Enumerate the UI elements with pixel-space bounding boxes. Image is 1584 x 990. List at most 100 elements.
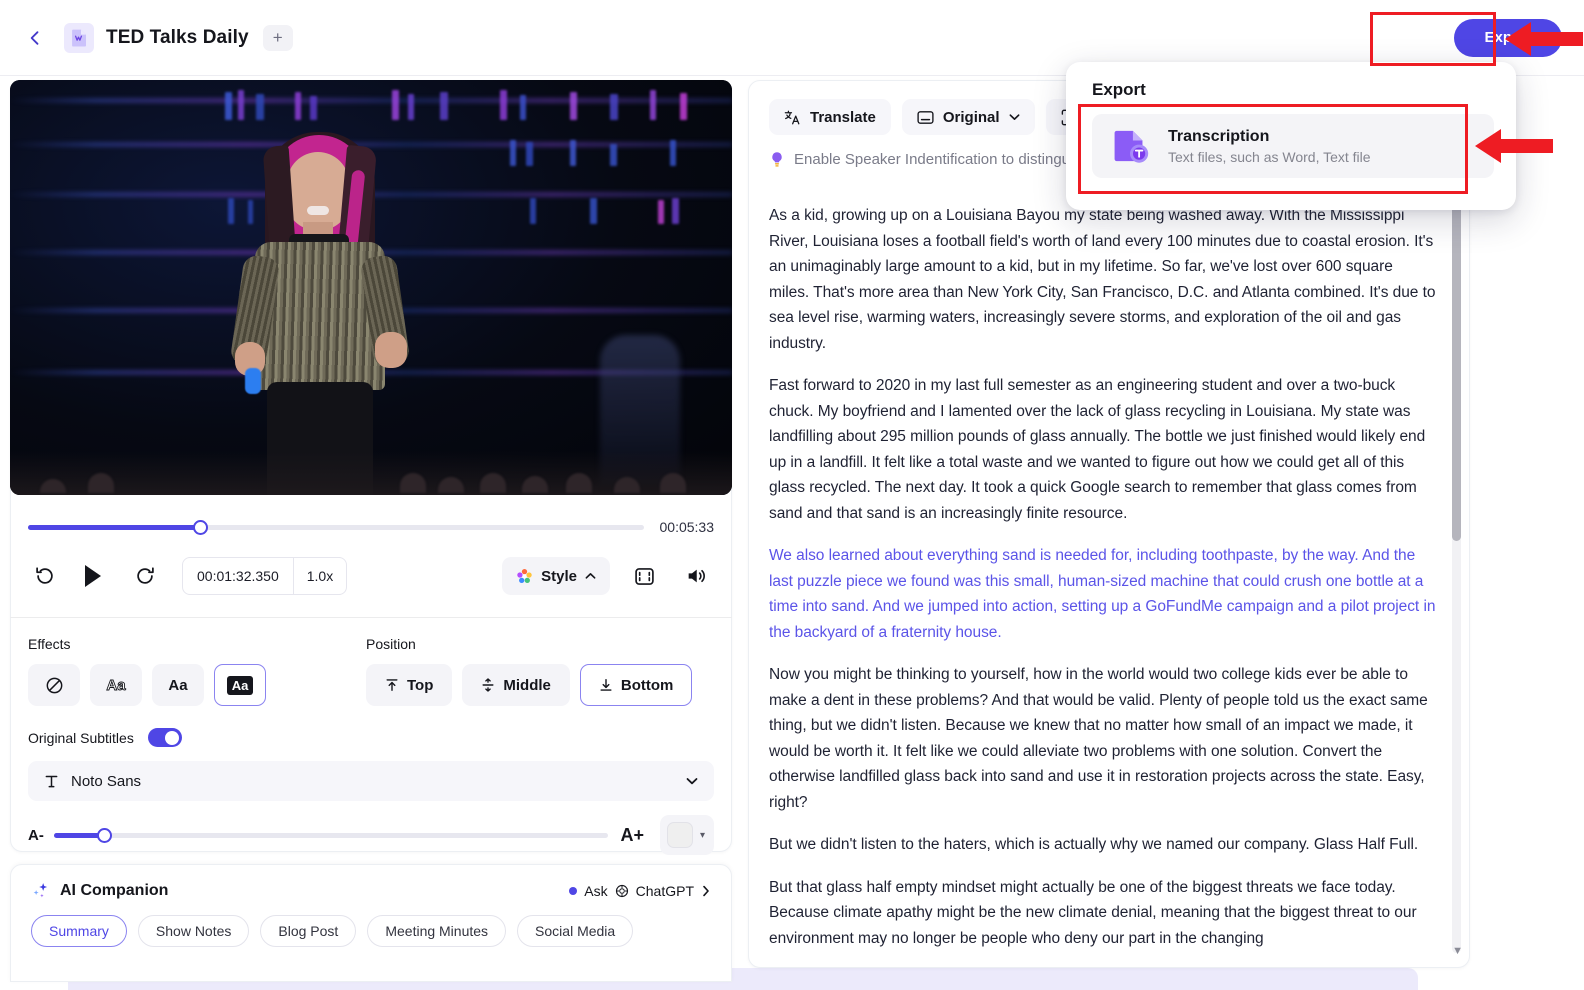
transcript-paragraph[interactable]: Now you might be thinking to yourself, h… <box>769 662 1437 815</box>
export-dropdown-menu: Export Transcription Text files, such as… <box>1066 62 1516 210</box>
speaker-figure <box>215 110 430 495</box>
effect-plain-label: Aa <box>168 676 188 694</box>
position-label: Position <box>366 636 416 652</box>
effects-label: Effects <box>28 636 71 652</box>
time-speed-group: 00:01:32.350 1.0x <box>182 557 348 595</box>
ai-tab-summary[interactable]: Summary <box>31 915 127 947</box>
style-button[interactable]: Style <box>502 557 610 595</box>
export-option-text: Transcription Text files, such as Word, … <box>1168 128 1371 165</box>
translate-button[interactable]: Translate <box>769 99 891 135</box>
chevron-up-icon <box>585 573 596 579</box>
subtitle-style-row: Effects Aa Aa Aa Position Top Middle Bot… <box>28 636 714 706</box>
transcript-paragraph[interactable]: But we didn't listen to the haters, whic… <box>769 832 1437 858</box>
seek-slider[interactable] <box>28 519 644 535</box>
chevron-down-icon <box>1009 114 1020 120</box>
effect-none-button[interactable] <box>28 664 80 706</box>
align-top-icon <box>386 679 398 691</box>
video-preview[interactable] <box>10 80 732 495</box>
controls-right-group: Style <box>502 557 714 595</box>
font-size-decrease-label[interactable]: A- <box>28 827 44 844</box>
original-subtitles-label: Original Subtitles <box>28 729 134 746</box>
translate-label: Translate <box>810 108 876 126</box>
playback-speed-value[interactable]: 1.0x <box>294 558 346 594</box>
scrollbar-thumb[interactable] <box>1452 201 1461 541</box>
export-option-title: Transcription <box>1168 127 1270 145</box>
font-size-slider[interactable] <box>53 827 609 843</box>
ai-tab-social-media[interactable]: Social Media <box>517 915 634 947</box>
effect-plain-button[interactable]: Aa <box>152 664 204 706</box>
transcript-scrollbar[interactable] <box>1452 201 1461 953</box>
transcript-paragraph[interactable]: We also learned about everything sand is… <box>769 543 1437 645</box>
chevron-right-icon <box>703 885 709 896</box>
fullscreen-icon[interactable] <box>626 558 662 594</box>
scroll-down-icon[interactable]: ▼ <box>1452 945 1463 957</box>
palette-icon <box>517 568 532 583</box>
font-size-handle[interactable] <box>96 827 112 843</box>
transcript-paragraph[interactable]: As a kid, growing up on a Louisiana Bayo… <box>769 203 1437 356</box>
export-option-description: Text files, such as Word, Text file <box>1168 148 1371 165</box>
chevron-down-icon: ▾ <box>699 829 705 841</box>
effects-section: Effects Aa Aa Aa <box>28 636 266 706</box>
document-icon <box>64 22 94 53</box>
back-button[interactable] <box>22 25 48 51</box>
add-tab-button[interactable]: + <box>262 24 293 51</box>
seek-fill <box>28 524 201 530</box>
align-bottom-icon <box>600 679 612 691</box>
position-middle-button[interactable]: Middle <box>462 664 570 706</box>
position-bottom-label: Bottom <box>620 676 674 694</box>
export-option-transcription[interactable]: Transcription Text files, such as Word, … <box>1092 114 1494 178</box>
transcript-paragraph[interactable]: But that glass half empty mindset might … <box>769 875 1437 952</box>
font-family-value: Noto Sans <box>71 772 142 790</box>
play-icon[interactable] <box>76 559 110 593</box>
status-dot-icon <box>569 886 578 895</box>
effects-chipset: Aa Aa Aa <box>28 664 266 706</box>
original-language-label: Original <box>942 108 1000 126</box>
seek-handle[interactable] <box>193 519 209 535</box>
style-button-label: Style <box>541 567 577 585</box>
ai-companion-panel: AI Companion Ask ChatGPT Summary Show No… <box>10 864 732 982</box>
chevron-left-icon <box>30 30 39 45</box>
ask-chatgpt-button[interactable]: Ask ChatGPT <box>569 883 711 899</box>
position-middle-label: Middle <box>503 676 551 694</box>
sparkle-icon <box>33 883 48 898</box>
volume-icon[interactable] <box>678 558 714 594</box>
transcription-file-icon <box>1110 125 1152 167</box>
ai-tab-show-notes[interactable]: Show Notes <box>137 915 250 947</box>
subtitle-color-picker[interactable]: ▾ <box>659 815 714 855</box>
original-language-select[interactable]: Original <box>901 99 1035 135</box>
font-size-row: A- A+ ▾ <box>28 815 714 855</box>
transcript-panel: Translate Original Spe <box>748 80 1470 968</box>
left-panel: 00:05:33 00:01:32.350 1.0x Style Effects… <box>10 80 732 855</box>
transcript-body[interactable]: As a kid, growing up on a Louisiana Bayo… <box>769 203 1437 953</box>
chatgpt-icon <box>615 884 628 897</box>
effect-outline-label: Aa <box>106 676 126 694</box>
ai-companion-title: AI Companion <box>60 881 169 899</box>
font-family-select[interactable]: Noto Sans <box>28 761 714 801</box>
effect-boxed-button[interactable]: Aa <box>214 664 266 706</box>
audience-foreground <box>10 451 732 495</box>
duration-label: 00:05:33 <box>659 519 715 535</box>
effect-boxed-label: Aa <box>226 675 254 695</box>
font-size-increase-label[interactable]: A+ <box>620 825 644 846</box>
ai-tab-meeting-minutes[interactable]: Meeting Minutes <box>367 915 507 947</box>
annotation-arrow-transcription <box>1475 129 1553 163</box>
page-title: TED Talks Daily <box>106 26 249 48</box>
ai-tab-blog-post[interactable]: Blog Post <box>260 915 357 947</box>
rewind-10-icon[interactable] <box>28 559 62 593</box>
ai-companion-tabs: Summary Show Notes Blog Post Meeting Min… <box>11 900 731 947</box>
subtitle-box-icon <box>917 110 934 124</box>
position-top-button[interactable]: Top <box>366 664 453 706</box>
current-time-value[interactable]: 00:01:32.350 <box>183 558 294 594</box>
text-format-icon <box>45 775 58 787</box>
annotation-arrow-export <box>1505 22 1583 56</box>
position-chipset: Top Middle Bottom <box>366 664 693 706</box>
position-top-label: Top <box>407 676 434 694</box>
forward-10-icon[interactable] <box>128 559 162 593</box>
original-subtitles-row: Original Subtitles <box>28 728 714 747</box>
color-swatch <box>666 822 693 848</box>
position-bottom-button[interactable]: Bottom <box>579 664 693 706</box>
position-section: Position Top Middle Bottom <box>366 636 693 706</box>
transcript-paragraph[interactable]: Fast forward to 2020 in my last full sem… <box>769 373 1437 526</box>
original-subtitles-toggle[interactable] <box>147 728 182 747</box>
effect-outline-button[interactable]: Aa <box>90 664 142 706</box>
